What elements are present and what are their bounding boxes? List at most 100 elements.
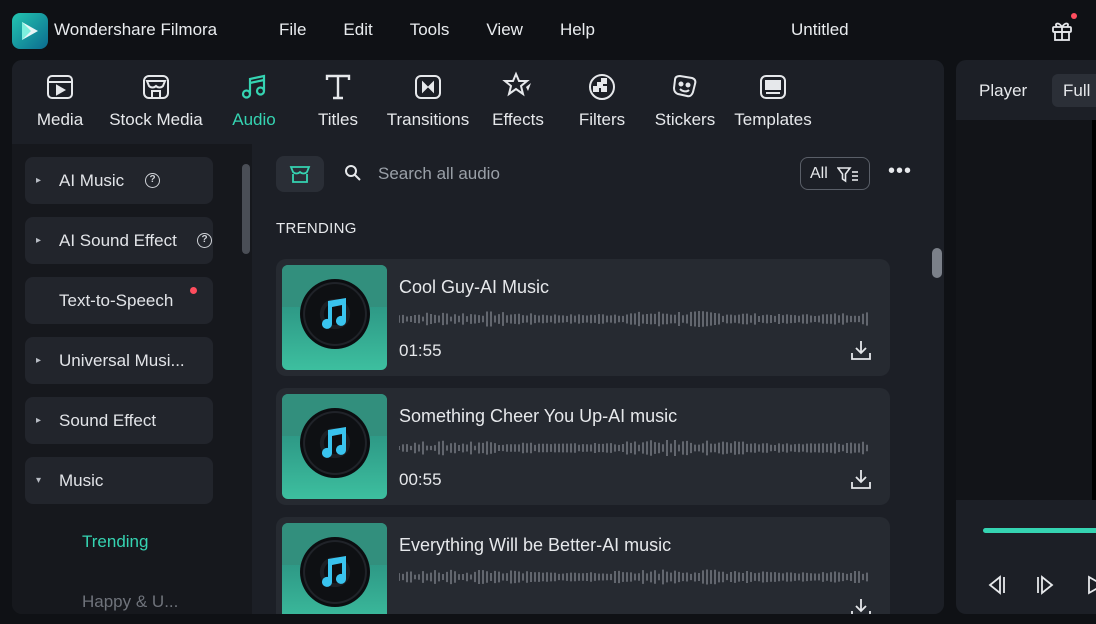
menu-help[interactable]: Help — [560, 20, 595, 40]
audio-list: All ••• TRENDING Cool Guy-AI Music 01:55 — [252, 144, 944, 614]
tab-titles-label: Titles — [318, 110, 358, 129]
playback-progress[interactable] — [983, 528, 1096, 533]
menu-tools[interactable]: Tools — [410, 20, 450, 40]
tab-titles[interactable]: Titles — [312, 70, 364, 130]
section-title: TRENDING — [276, 220, 357, 237]
sidebar-item-sound-effect[interactable]: ▸ Sound Effect — [25, 397, 213, 444]
new-badge-dot — [190, 287, 197, 294]
transitions-icon — [411, 70, 445, 104]
sidebar-item-ai-music[interactable]: ▸ AI Music ? — [25, 157, 213, 204]
help-icon[interactable]: ? — [145, 173, 160, 188]
filmora-logo-icon — [12, 13, 48, 49]
stock-media-icon — [139, 70, 173, 104]
player-header: Player Full — [956, 60, 1096, 120]
tab-media-label: Media — [36, 110, 84, 129]
audio-category-sidebar: ▸ AI Music ? ▸ AI Sound Effect ? Text-to… — [12, 144, 252, 614]
filter-button[interactable]: All — [800, 157, 870, 190]
gift-icon[interactable] — [1049, 17, 1075, 43]
sidebar-item-label: AI Music — [59, 171, 125, 190]
preview-viewport — [956, 120, 1096, 500]
track-title: Cool Guy-AI Music — [399, 277, 550, 297]
track-duration: 00:55 — [399, 470, 442, 489]
more-options-icon[interactable]: ••• — [888, 161, 912, 181]
chevron-right-icon: ▸ — [36, 415, 42, 426]
chevron-right-icon: ▸ — [36, 175, 42, 186]
store-button[interactable] — [276, 156, 324, 192]
player-tab[interactable]: Player — [979, 81, 1027, 101]
play-icon[interactable] — [1084, 573, 1096, 597]
chevron-right-icon: ▸ — [36, 355, 42, 366]
track-duration: 01:55 — [399, 341, 442, 360]
filters-icon — [585, 70, 619, 104]
stickers-icon — [668, 70, 702, 104]
tab-templates-label: Templates — [734, 110, 812, 129]
tab-audio[interactable]: Audio — [228, 70, 280, 130]
list-scrollbar[interactable] — [932, 248, 942, 278]
media-toolbar: Media Stock Media Audio Titles Transitio… — [12, 60, 944, 144]
waveform — [399, 439, 868, 457]
sidebar-item-ai-sound-effect[interactable]: ▸ AI Sound Effect ? — [25, 217, 213, 264]
sidebar-item-music[interactable]: ▾ Music — [25, 457, 213, 504]
track-thumbnail — [282, 523, 387, 614]
effects-icon — [501, 70, 535, 104]
tab-filters[interactable]: Filters — [576, 70, 628, 130]
vinyl-disc-icon — [300, 408, 370, 478]
notification-dot — [1071, 13, 1077, 19]
sidebar-item-universal-music[interactable]: ▸ Universal Musi... — [25, 337, 213, 384]
previous-frame-icon[interactable] — [984, 573, 1008, 597]
download-icon[interactable] — [850, 468, 872, 490]
sidebar-item-label: AI Sound Effect — [59, 231, 177, 250]
templates-icon — [756, 70, 790, 104]
library-content: ▸ AI Music ? ▸ AI Sound Effect ? Text-to… — [12, 144, 944, 614]
sidebar-item-label: Text-to-Speech — [59, 291, 174, 310]
menu-bar: File Edit Tools View Help — [279, 20, 595, 40]
tab-transitions[interactable]: Transitions — [385, 70, 471, 130]
sidebar-subitem-happy[interactable]: Happy & U... — [82, 592, 178, 612]
menu-view[interactable]: View — [486, 20, 523, 40]
quality-label: Full — [1063, 81, 1091, 100]
quality-dropdown[interactable]: Full — [1052, 74, 1096, 107]
sidebar-subitem-trending[interactable]: Trending — [82, 532, 148, 552]
track-title: Everything Will be Better-AI music — [399, 535, 672, 555]
player-panel: Player Full — [956, 60, 1096, 614]
tab-effects[interactable]: Effects — [490, 70, 546, 130]
sidebar-scrollbar[interactable] — [242, 164, 250, 254]
chevron-down-icon: ▾ — [36, 475, 42, 486]
library-panel: Media Stock Media Audio Titles Transitio… — [12, 60, 944, 614]
tab-media[interactable]: Media — [34, 70, 86, 130]
sidebar-item-label: Sound Effect — [59, 411, 157, 430]
menu-file[interactable]: File — [279, 20, 306, 40]
track-thumbnail — [282, 265, 387, 370]
tab-transitions-label: Transitions — [386, 110, 470, 129]
sidebar-item-label: Universal Musi... — [59, 351, 185, 370]
download-icon[interactable] — [850, 339, 872, 361]
search-input[interactable] — [378, 158, 778, 190]
tab-stock-media[interactable]: Stock Media — [106, 70, 206, 130]
tab-stock-media-label: Stock Media — [109, 110, 203, 129]
media-icon — [43, 70, 77, 104]
track-card[interactable]: Everything Will be Better-AI music — [276, 517, 890, 614]
sidebar-item-label: Music — [59, 471, 104, 490]
document-title: Untitled — [791, 20, 849, 39]
waveform — [399, 569, 868, 585]
store-icon — [289, 166, 311, 183]
track-thumbnail — [282, 394, 387, 499]
track-card[interactable]: Cool Guy-AI Music 01:55 — [276, 259, 890, 376]
tab-templates[interactable]: Templates — [732, 70, 814, 130]
next-frame-icon[interactable] — [1034, 573, 1058, 597]
track-title: Something Cheer You Up-AI music — [399, 406, 678, 426]
waveform — [399, 310, 868, 328]
menu-edit[interactable]: Edit — [343, 20, 372, 40]
vinyl-disc-icon — [300, 537, 370, 607]
titles-icon — [321, 70, 355, 104]
vinyl-disc-icon — [300, 279, 370, 349]
track-card[interactable]: Something Cheer You Up-AI music 00:55 — [276, 388, 890, 505]
sidebar-item-text-to-speech[interactable]: Text-to-Speech — [25, 277, 213, 324]
music-note-icon — [237, 70, 271, 104]
tab-effects-label: Effects — [492, 110, 544, 129]
help-icon[interactable]: ? — [197, 233, 212, 248]
tab-audio-label: Audio — [232, 110, 276, 129]
chevron-right-icon: ▸ — [36, 235, 42, 246]
tab-stickers[interactable]: Stickers — [653, 70, 717, 130]
download-icon[interactable] — [850, 597, 872, 614]
